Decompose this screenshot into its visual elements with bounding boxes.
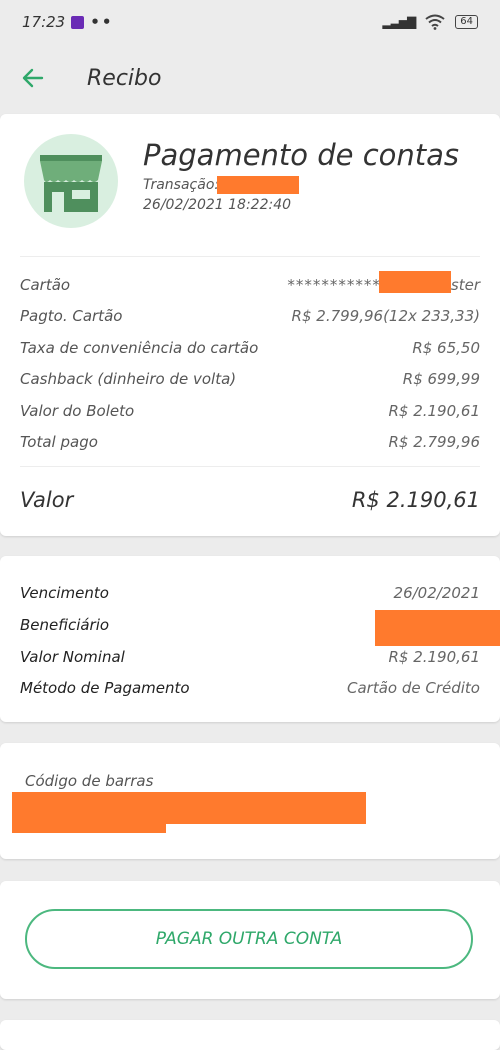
bill-row-payment-method: Método de Pagamento Cartão de Crédito [20,676,480,700]
clock: 17:23 [22,13,66,31]
detail-value: R$ 2.190,61 [388,402,480,420]
detail-label: Método de Pagamento [20,679,190,697]
detail-value: R$ 65,50 [412,339,480,357]
detail-value: R$ 2.799,96 [388,433,480,451]
receipt-title: Pagamento de contas [143,138,460,172]
detail-label: Beneficiário [20,616,110,634]
detail-value: R$ 2.799,96(12x 233,33) [291,307,480,325]
divider [20,256,480,257]
detail-row-total-paid: Total pago R$ 2.799,96 [20,430,480,454]
wifi-icon [425,14,445,30]
back-arrow-icon[interactable] [21,63,51,93]
divider [20,466,480,467]
total-row: Valor R$ 2.190,61 [20,488,480,512]
redacted-beneficiary [375,610,500,646]
detail-label: Valor do Boleto [20,402,135,420]
action-card: PAGAR OUTRA CONTA [0,881,500,999]
signal-icon: ▂▃▅▇ [382,15,416,29]
card-number-masked: *********** [287,276,381,294]
detail-label: Valor Nominal [20,648,125,666]
bill-row-nominal-value: Valor Nominal R$ 2.190,61 [20,645,480,669]
bill-details-card: Vencimento 26/02/2021 Beneficiário Valor… [0,556,500,722]
detail-value: 26/02/2021 [393,584,480,602]
app-header: Recibo [0,52,500,104]
status-bar: 17:23 •• ▂▃▅▇ 64 [0,0,500,44]
detail-label: Taxa de conveniência do cartão [20,339,259,357]
transaction-label: Transação: [143,177,220,193]
detail-row-bill-value: Valor do Boleto R$ 2.190,61 [20,399,480,423]
detail-label: Pagto. Cartão [20,307,123,325]
pay-another-bill-button[interactable]: PAGAR OUTRA CONTA [25,909,473,969]
page-title: Recibo [87,65,162,91]
app-notification-icon [71,15,85,29]
barcode-card: Código de barras [0,743,500,859]
detail-row-cashback: Cashback (dinheiro de volta) R$ 699,99 [20,367,480,391]
detail-value: Cartão de Crédito [347,679,480,697]
detail-label: Cashback (dinheiro de volta) [20,370,237,388]
transaction-datetime: 26/02/2021 18:22:40 [143,197,292,213]
redacted-card-digits [379,271,451,293]
detail-value: R$ 2.190,61 [388,648,480,666]
more-notifications-icon: •• [90,13,114,31]
bottom-card [0,1020,500,1050]
battery-icon: 64 [455,15,478,29]
storefront-icon [24,134,118,228]
detail-label: Vencimento [20,584,109,602]
redacted-barcode-line2 [12,819,166,833]
detail-label: Cartão [20,276,71,294]
redacted-transaction-id [217,176,299,194]
total-label: Valor [20,488,74,512]
detail-row-card-payment: Pagto. Cartão R$ 2.799,96(12x 233,33) [20,304,480,328]
detail-value: R$ 699,99 [402,370,480,388]
bill-row-due-date: Vencimento 26/02/2021 [20,581,480,605]
card-brand-suffix: ster [450,276,480,294]
barcode-label: Código de barras [25,772,154,790]
detail-label: Total pago [20,433,98,451]
receipt-card: Pagamento de contas Transação: 26/02/202… [0,114,500,536]
detail-row-fee: Taxa de conveniência do cartão R$ 65,50 [20,336,480,360]
total-value: R$ 2.190,61 [351,488,480,512]
